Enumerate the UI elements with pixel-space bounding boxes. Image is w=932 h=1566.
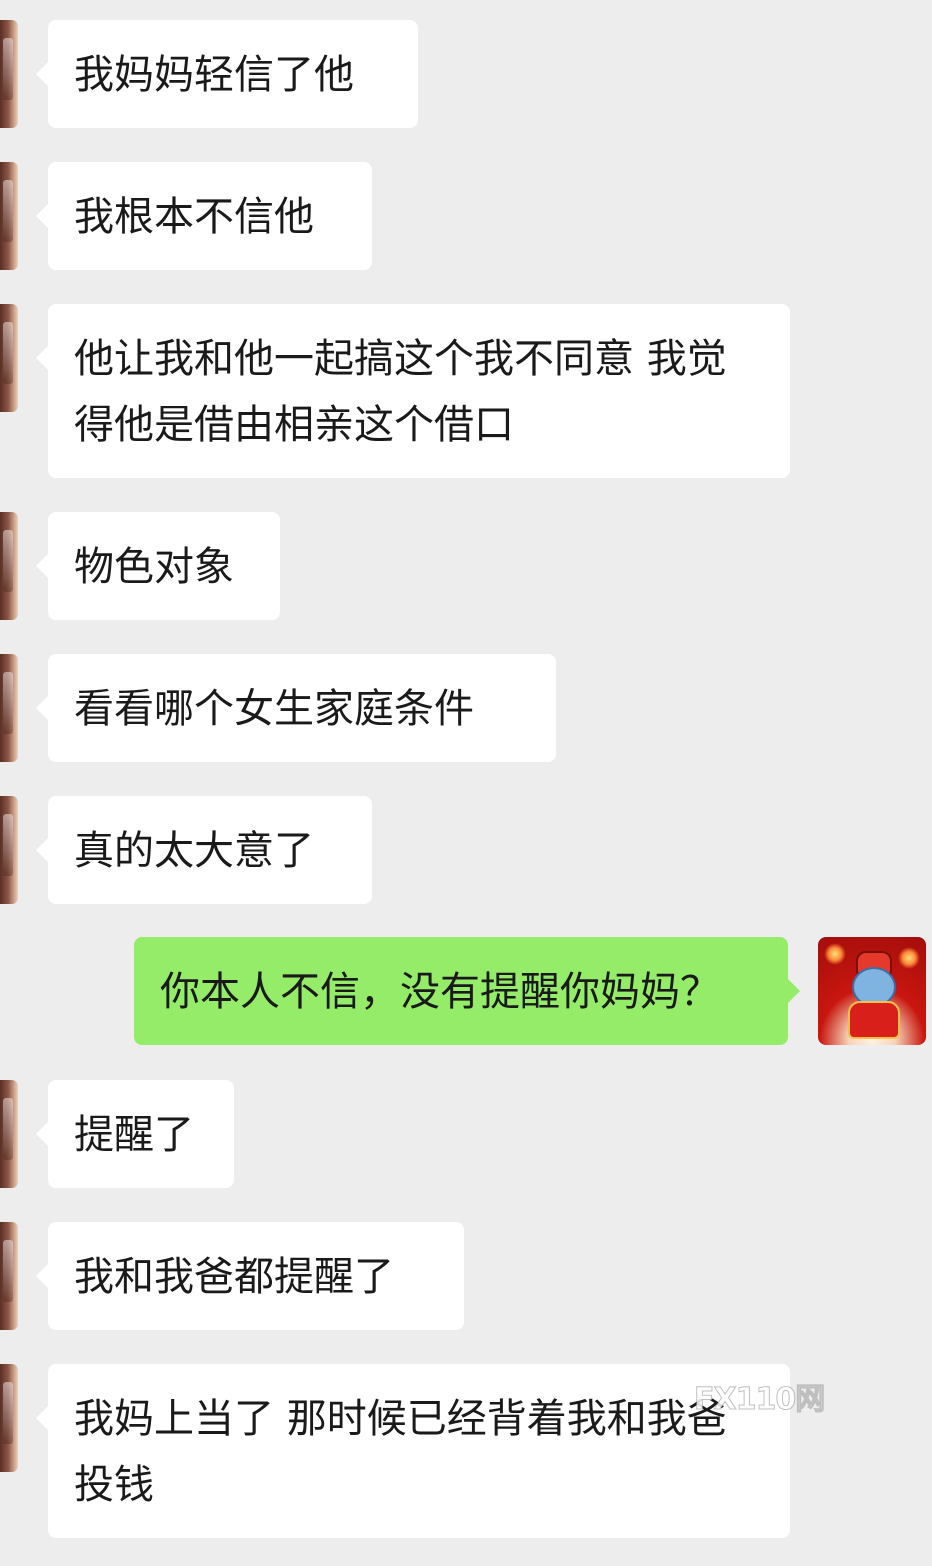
incoming-message[interactable]: 他让我和他一起搞这个我不同意 我觉得他是借由相亲这个借口	[36, 304, 790, 478]
firework-icon	[898, 947, 920, 969]
outgoing-message[interactable]: 你本人不信，没有提醒你妈妈？	[134, 937, 800, 1045]
watermark: FX110网	[693, 1382, 825, 1418]
incoming-message[interactable]: 看看哪个女生家庭条件	[36, 654, 556, 762]
mascot-body-icon	[848, 1001, 900, 1039]
firework-icon	[824, 943, 846, 965]
contact-avatar[interactable]	[0, 512, 18, 620]
contact-avatar[interactable]	[0, 1080, 18, 1188]
incoming-message[interactable]: 我和我爸都提醒了	[36, 1222, 464, 1330]
incoming-message[interactable]: 物色对象	[36, 512, 280, 620]
incoming-message[interactable]: 真的太大意了	[36, 796, 372, 904]
contact-avatar[interactable]	[0, 1364, 18, 1472]
contact-avatar[interactable]	[0, 304, 18, 412]
contact-avatar[interactable]	[0, 654, 18, 762]
incoming-message[interactable]: 我根本不信他	[36, 162, 372, 270]
contact-avatar[interactable]	[0, 162, 18, 270]
self-avatar[interactable]	[818, 937, 926, 1045]
incoming-message[interactable]: 我妈上当了 那时候已经背着我和我爸投钱	[36, 1364, 790, 1538]
chat-thread: 我妈妈轻信了他 我根本不信他 他让我和他一起搞这个我不同意 我觉得他是借由相亲这…	[0, 0, 932, 1566]
incoming-message[interactable]: 提醒了	[36, 1080, 234, 1188]
incoming-message[interactable]: 我妈妈轻信了他	[36, 20, 418, 128]
contact-avatar[interactable]	[0, 20, 18, 128]
contact-avatar[interactable]	[0, 796, 18, 904]
contact-avatar[interactable]	[0, 1222, 18, 1330]
